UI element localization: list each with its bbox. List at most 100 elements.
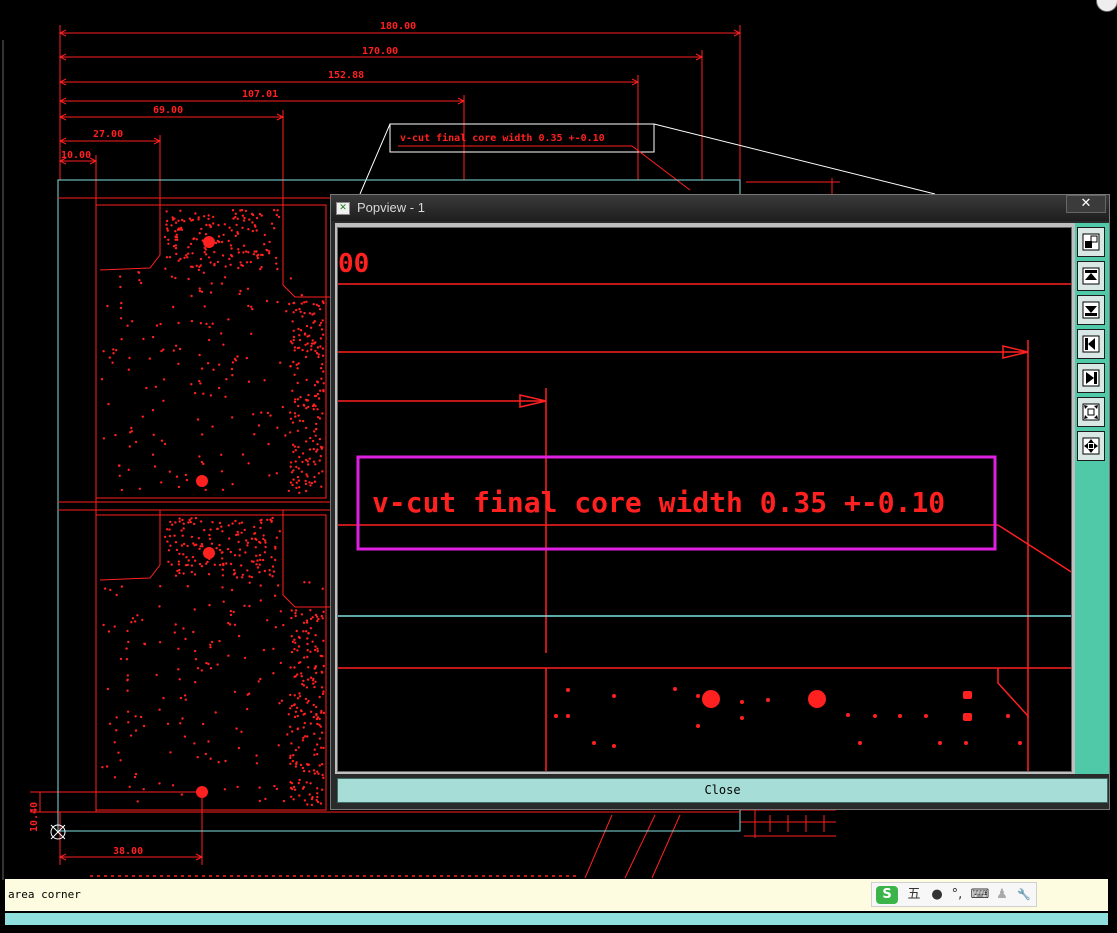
pad-dot	[253, 433, 256, 436]
zoom-out-icon[interactable]	[1077, 397, 1105, 427]
pad-dot	[180, 793, 183, 796]
pad-dot	[229, 244, 233, 247]
pad-dot	[172, 245, 176, 248]
pad-dot	[314, 645, 317, 648]
pad-dot	[293, 349, 296, 352]
fullwidth-toggle-icon[interactable]: ●	[928, 886, 946, 904]
pad-dot	[316, 381, 320, 384]
pad-dot	[298, 491, 301, 494]
pad-dot	[322, 776, 325, 779]
move-up-icon[interactable]	[1077, 261, 1105, 291]
pad-dot	[227, 524, 230, 527]
punctuation-toggle-icon[interactable]: °,	[948, 886, 966, 904]
pad-dot	[217, 235, 221, 238]
popview-close-button[interactable]: Close	[337, 778, 1108, 803]
pad-dot	[302, 726, 305, 729]
keyboard-icon[interactable]: ⌨	[970, 886, 990, 904]
pad-dot	[234, 519, 237, 523]
wrench-icon[interactable]: 🔧	[1014, 886, 1034, 904]
pad-dot	[312, 447, 315, 451]
pad-dot	[317, 397, 321, 400]
pad-dot	[299, 763, 303, 767]
pad-dot	[174, 238, 177, 241]
move-left-icon[interactable]	[1077, 329, 1105, 359]
pad-dot	[252, 253, 255, 256]
pad-dot	[260, 266, 263, 269]
pad-dot	[198, 287, 201, 290]
pad-dot	[298, 486, 301, 489]
pad-dot	[301, 460, 304, 464]
pad-dot	[198, 289, 202, 293]
pad-dot	[212, 222, 215, 225]
pad-dot	[321, 363, 324, 366]
pad-dot	[229, 613, 233, 617]
pad-dot	[224, 265, 227, 268]
pad-dot	[178, 552, 181, 555]
pad-dot	[315, 714, 318, 717]
popview-close-icon[interactable]: ✕	[1066, 195, 1106, 213]
pad-dot	[106, 304, 109, 308]
pad-dot	[293, 400, 297, 404]
pad-dot	[305, 378, 308, 382]
pad-dot	[322, 690, 325, 693]
pad-dot	[270, 222, 274, 225]
pad-dot	[248, 575, 251, 578]
pad-dot	[115, 729, 118, 732]
pad-dot	[295, 706, 299, 709]
pad-dot	[222, 562, 225, 565]
pad-dot	[136, 614, 139, 617]
move-down-icon[interactable]	[1077, 295, 1105, 325]
pad-dot	[172, 305, 175, 309]
pad-dot	[315, 705, 318, 709]
fit-view-icon[interactable]	[1077, 431, 1105, 461]
pad-dot	[190, 535, 194, 539]
pad-dot	[276, 300, 279, 304]
pad-dot	[322, 746, 325, 750]
zoom-window-icon[interactable]	[1077, 227, 1105, 257]
pad-dot	[193, 608, 196, 611]
pad-dot	[181, 518, 184, 522]
pad-dot	[292, 754, 295, 757]
pad-dot	[207, 740, 210, 743]
pad-dot	[298, 334, 301, 337]
pad-dot	[264, 541, 267, 544]
pad-dot	[153, 465, 157, 468]
move-right-icon[interactable]	[1077, 363, 1105, 393]
pad-dot	[248, 692, 251, 695]
bottom-scroll-strip[interactable]	[5, 913, 1108, 925]
pad-dot	[295, 486, 298, 490]
pad-dot	[290, 609, 293, 612]
pad-dot	[276, 209, 279, 212]
pad-dot	[222, 343, 225, 346]
pad-dot	[245, 539, 248, 542]
app-icon: ✕	[336, 202, 350, 215]
pad-dot	[294, 710, 298, 713]
pad-dot	[165, 223, 168, 226]
pad-dot	[254, 546, 257, 549]
pad-dot	[311, 439, 315, 443]
pad-dot	[299, 329, 303, 332]
pad-dot	[294, 748, 298, 752]
popview-titlebar[interactable]: ✕ Popview - 1 ✕	[331, 195, 1109, 221]
pad-dot	[202, 392, 205, 395]
pad-dot	[235, 223, 238, 227]
pad-dot	[243, 604, 246, 607]
pad-dot	[237, 634, 241, 638]
pad-dot	[100, 378, 104, 381]
pad-dot	[321, 655, 324, 658]
user-icon[interactable]: ♟	[994, 886, 1010, 904]
popview-zoom-canvas[interactable]: 00 v-cut final core width 0.35 +-0.10	[337, 227, 1072, 772]
pad-dot	[273, 594, 277, 597]
pad-dot	[138, 279, 141, 282]
pad-dot	[294, 641, 297, 644]
pad-dot	[194, 559, 197, 562]
pad-dot	[251, 307, 254, 311]
pad-dot	[143, 642, 146, 645]
input-mode-icon[interactable]: 五	[904, 886, 924, 904]
pad-dot	[207, 573, 211, 576]
sogou-logo-icon[interactable]: S	[876, 886, 898, 904]
pad-dot	[195, 543, 198, 546]
pad-dot	[303, 301, 306, 304]
pad-dot	[174, 221, 178, 224]
pad-dot	[221, 254, 225, 257]
